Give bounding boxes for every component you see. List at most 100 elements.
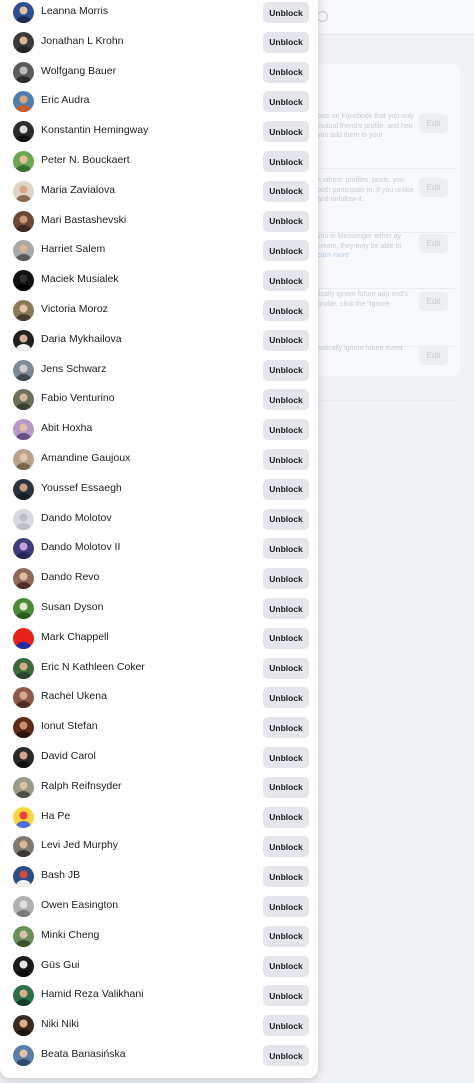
unblock-button[interactable]: Unblock: [263, 806, 309, 828]
blocked-user-name[interactable]: Maciek Musialek: [41, 273, 119, 285]
blocked-user-name[interactable]: Niki Niki: [41, 1018, 79, 1030]
unblock-button[interactable]: Unblock: [263, 538, 309, 560]
unblock-button[interactable]: Unblock: [263, 1045, 309, 1066]
avatar[interactable]: [13, 210, 34, 232]
blocked-user-name[interactable]: Dando Molotov: [41, 512, 112, 524]
unblock-button[interactable]: Unblock: [263, 91, 309, 113]
blocked-user-name[interactable]: Abit Hoxha: [41, 422, 92, 434]
avatar[interactable]: [13, 657, 34, 679]
blocked-user-name[interactable]: Hamid Reza Valikhani: [41, 988, 144, 1000]
unblock-button[interactable]: Unblock: [263, 151, 309, 172]
unblock-button[interactable]: Unblock: [263, 31, 309, 53]
unblock-button[interactable]: Unblock: [263, 776, 309, 798]
unblock-button[interactable]: Unblock: [263, 508, 309, 530]
edit-button[interactable]: Edit: [419, 292, 448, 311]
avatar[interactable]: [13, 180, 34, 202]
blocked-user-name[interactable]: Victoria Moroz: [41, 303, 108, 315]
blocked-user-name[interactable]: Harriet Salem: [41, 243, 105, 255]
avatar[interactable]: [13, 121, 34, 143]
unblock-button[interactable]: Unblock: [263, 1015, 309, 1037]
avatar[interactable]: [13, 955, 34, 977]
unblock-button[interactable]: Unblock: [263, 329, 309, 351]
unblock-button[interactable]: Unblock: [263, 717, 309, 739]
avatar[interactable]: [13, 776, 34, 798]
unblock-button[interactable]: Unblock: [263, 180, 309, 202]
blocked-user-name[interactable]: Dando Revo: [41, 571, 99, 583]
blocked-user-name[interactable]: Levi Jed Murphy: [41, 839, 118, 851]
avatar[interactable]: [13, 896, 34, 917]
blocked-user-name[interactable]: Peter N. Bouckaert: [41, 154, 130, 166]
blocked-user-name[interactable]: Mark Chappell: [41, 631, 109, 643]
blocked-user-name[interactable]: Güs Gui: [41, 959, 80, 971]
unblock-button[interactable]: Unblock: [263, 300, 309, 321]
unblock-button[interactable]: Unblock: [263, 389, 309, 411]
edit-button[interactable]: Edit: [419, 346, 448, 365]
avatar[interactable]: [13, 270, 34, 292]
unblock-button[interactable]: Unblock: [263, 657, 309, 679]
unblock-button[interactable]: Unblock: [263, 61, 309, 83]
blocked-user-name[interactable]: Dando Molotov II: [41, 541, 120, 553]
blocked-user-name[interactable]: Jens Schwarz: [41, 363, 106, 375]
blocked-user-name[interactable]: Maria Zavialova: [41, 184, 115, 196]
unblock-button[interactable]: Unblock: [263, 240, 309, 262]
unblock-button[interactable]: Unblock: [263, 121, 309, 143]
avatar[interactable]: [13, 359, 34, 381]
avatar[interactable]: [13, 329, 34, 351]
blocked-user-name[interactable]: Wolfgang Bauer: [41, 65, 116, 77]
unblock-button[interactable]: Unblock: [263, 836, 309, 858]
blocked-user-name[interactable]: Eric N Kathleen Coker: [41, 661, 145, 673]
blocked-user-name[interactable]: Eric Audra: [41, 94, 89, 106]
edit-button[interactable]: Edit: [419, 234, 448, 253]
avatar[interactable]: [13, 151, 34, 172]
unblock-button[interactable]: Unblock: [263, 955, 309, 977]
blocked-user-name[interactable]: Amandine Gaujoux: [41, 452, 130, 464]
avatar[interactable]: [13, 1045, 34, 1066]
avatar[interactable]: [13, 747, 34, 768]
avatar[interactable]: [13, 2, 34, 23]
avatar[interactable]: [13, 627, 34, 649]
blocked-user-name[interactable]: Rachel Ukena: [41, 690, 107, 702]
blocked-user-name[interactable]: Minki Cheng: [41, 929, 99, 941]
avatar[interactable]: [13, 925, 34, 947]
blocked-user-name[interactable]: Ha Pe: [41, 810, 70, 822]
avatar[interactable]: [13, 240, 34, 262]
blocked-user-name[interactable]: Fabio Venturino: [41, 392, 115, 404]
avatar[interactable]: [13, 836, 34, 858]
avatar[interactable]: [13, 91, 34, 113]
blocked-user-name[interactable]: Owen Easington: [41, 899, 118, 911]
avatar[interactable]: [13, 389, 34, 411]
unblock-button[interactable]: Unblock: [263, 568, 309, 590]
unblock-button[interactable]: Unblock: [263, 598, 309, 619]
blocked-user-name[interactable]: Mari Bastashevski: [41, 214, 126, 226]
avatar[interactable]: [13, 449, 34, 470]
edit-button[interactable]: Edit: [419, 114, 448, 133]
unblock-button[interactable]: Unblock: [263, 210, 309, 232]
avatar[interactable]: [13, 31, 34, 53]
unblock-button[interactable]: Unblock: [263, 896, 309, 917]
unblock-button[interactable]: Unblock: [263, 2, 309, 23]
unblock-button[interactable]: Unblock: [263, 985, 309, 1007]
unblock-button[interactable]: Unblock: [263, 419, 309, 441]
unblock-button[interactable]: Unblock: [263, 478, 309, 500]
unblock-button[interactable]: Unblock: [263, 866, 309, 888]
avatar[interactable]: [13, 1015, 34, 1037]
avatar[interactable]: [13, 508, 34, 530]
blocked-user-name[interactable]: Youssef Essaegh: [41, 482, 122, 494]
blocked-user-name[interactable]: Ralph Reifnsyder: [41, 780, 122, 792]
avatar[interactable]: [13, 866, 34, 888]
blocked-user-name[interactable]: Ionut Stefan: [41, 720, 98, 732]
blocked-user-name[interactable]: Daria Mykhailova: [41, 333, 122, 345]
unblock-button[interactable]: Unblock: [263, 627, 309, 649]
unblock-button[interactable]: Unblock: [263, 270, 309, 292]
unblock-button[interactable]: Unblock: [263, 449, 309, 470]
unblock-button[interactable]: Unblock: [263, 747, 309, 768]
avatar[interactable]: [13, 419, 34, 441]
blocked-user-name[interactable]: Bash JB: [41, 869, 80, 881]
avatar[interactable]: [13, 300, 34, 321]
avatar[interactable]: [13, 478, 34, 500]
unblock-button[interactable]: Unblock: [263, 925, 309, 947]
blocked-user-name[interactable]: Leanna Morris: [41, 5, 108, 17]
blocked-user-name[interactable]: Jonathan L Krohn: [41, 35, 124, 47]
learn-more-link[interactable]: earn more: [317, 252, 349, 259]
avatar[interactable]: [13, 717, 34, 739]
